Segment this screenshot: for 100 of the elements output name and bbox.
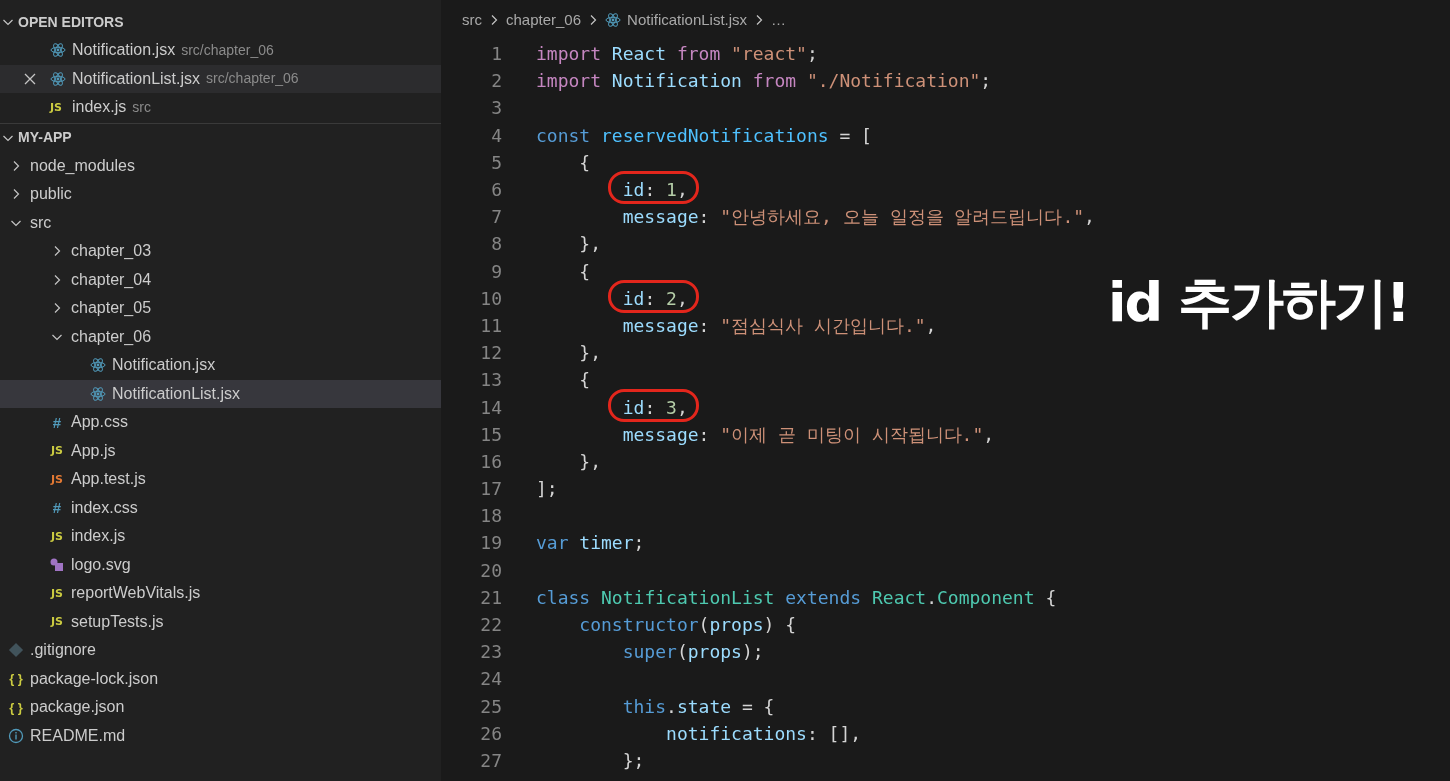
file-path: src/chapter_06 (206, 69, 299, 89)
tree-item[interactable]: public (0, 180, 441, 209)
code-line: message: "이제 곧 미팅이 시작됩니다.", (621, 423, 995, 445)
section-header[interactable]: OPEN EDITORS (0, 8, 441, 36)
code-line: { (578, 151, 591, 173)
line-number: 4 (490, 123, 502, 148)
code-line: notifications: [], (665, 722, 862, 744)
file-type-icon: JS (51, 616, 63, 628)
file-name: index.js (72, 97, 127, 118)
tree-item[interactable]: chapter_05 (0, 294, 441, 323)
open-editor-item[interactable]: NotificationList.jsx src/chapter_06 (0, 64, 441, 93)
code-line: super(props); (621, 641, 764, 663)
tree-item-label: App.js (71, 440, 116, 461)
braces-icon: { } (9, 700, 23, 714)
line-number: 25 (479, 694, 502, 719)
tree-item[interactable]: JS App.js (0, 436, 441, 465)
file-type-icon: JS (51, 445, 63, 457)
tree-item[interactable]: chapter_04 (0, 265, 441, 294)
line-number: 20 (479, 558, 502, 583)
tree-item[interactable]: # index.css (0, 493, 441, 522)
code-line: message: "점심식사 시간입니다.", (621, 314, 937, 336)
breadcrumb-item[interactable]: src (462, 8, 482, 32)
tree-item[interactable]: node_modules (0, 151, 441, 180)
line-number: 2 (490, 69, 502, 94)
code-line: }, (578, 450, 602, 472)
code-line: message: "안녕하세요, 오늘 일정을 알려드립니다.", (621, 206, 1095, 228)
code-line: this.state = { (621, 695, 775, 717)
line-number: 23 (479, 640, 502, 665)
tree-item-label: chapter_03 (71, 241, 152, 262)
shapes-icon (49, 556, 65, 573)
hash-icon: # (52, 500, 62, 516)
tree-item[interactable]: NotificationList.jsx (0, 379, 441, 408)
line-number: 24 (479, 667, 502, 692)
braces-icon: { } (9, 672, 23, 686)
atom-icon (50, 42, 66, 59)
tree-item-label: .gitignore (30, 640, 96, 661)
tree-item-label: App.test.js (71, 469, 146, 490)
file-name: Notification.jsx (72, 40, 176, 61)
tree-item-label: package.json (30, 697, 125, 718)
tree-item[interactable]: JS setupTests.js (0, 607, 441, 636)
atom-icon (90, 357, 106, 374)
section-header[interactable]: MY-APP (0, 123, 441, 152)
tree-item[interactable]: src (0, 208, 441, 237)
line-number: 14 (479, 395, 502, 420)
line-number: 9 (490, 259, 502, 284)
tree-item[interactable]: { } package.json (0, 693, 441, 722)
line-number: 15 (479, 422, 502, 447)
tree-item[interactable]: chapter_03 (0, 237, 441, 266)
tree-item[interactable]: { } package-lock.json (0, 664, 441, 693)
open-editor-item[interactable]: Notification.jsx src/chapter_06 (0, 36, 441, 65)
line-number: 17 (479, 477, 502, 502)
line-number: 26 (479, 721, 502, 746)
section-title: OPEN EDITORS (18, 12, 124, 32)
atom-icon (605, 12, 622, 28)
line-number: 22 (479, 613, 502, 638)
line-number: 13 (479, 368, 502, 393)
line-number: 8 (490, 232, 502, 257)
code-line: { (578, 260, 591, 282)
tree-item[interactable]: Notification.jsx (0, 351, 441, 380)
line-number: 12 (479, 341, 502, 366)
breadcrumb-item[interactable]: NotificationList.jsx (627, 8, 748, 32)
file-type-icon: JS (50, 101, 62, 113)
tree-item-label: NotificationList.jsx (112, 383, 241, 404)
tree-item-label: public (30, 184, 72, 205)
code-line: var timer; (536, 532, 645, 554)
caption-overlay: id 추가하기! (1108, 270, 1409, 336)
tree-item-label: reportWebVitals.js (71, 583, 201, 604)
tree-item-label: index.css (71, 497, 138, 518)
tree-item[interactable]: README.md (0, 721, 441, 750)
code-line: }, (578, 342, 602, 364)
breadcrumb-item[interactable]: chapter_06 (506, 8, 582, 32)
hash-icon: # (52, 414, 62, 430)
code-line: import React from "react"; (536, 43, 818, 65)
atom-icon (50, 70, 66, 87)
line-number: 18 (479, 504, 502, 529)
code-line: id: 1, (621, 179, 688, 201)
line-number: 19 (479, 531, 502, 556)
file-path: src (132, 97, 151, 117)
tree-item[interactable]: JS reportWebVitals.js (0, 579, 441, 608)
code-line: constructor(props) { (578, 614, 797, 636)
tree-item-label: setupTests.js (71, 611, 164, 632)
info-icon (8, 727, 24, 744)
tree-item-label: index.js (71, 526, 126, 547)
line-number: 10 (479, 286, 502, 311)
tree-item-label: Notification.jsx (112, 355, 216, 376)
tree-item[interactable]: chapter_06 (0, 322, 441, 351)
code-line: const reservedNotifications = [ (536, 124, 872, 146)
tree-item-label: package-lock.json (30, 668, 159, 689)
tree-item[interactable]: logo.svg (0, 550, 441, 579)
line-number: 5 (490, 150, 502, 175)
code-line: id: 3, (621, 396, 688, 418)
tree-item[interactable]: JS App.test.js (0, 465, 441, 494)
close-icon[interactable] (24, 72, 36, 85)
breadcrumb-item[interactable]: … (771, 8, 787, 32)
tree-item[interactable]: JS index.js (0, 522, 441, 551)
code-line: id: 2, (621, 287, 688, 309)
tree-item[interactable]: # App.css (0, 408, 441, 437)
tree-item[interactable]: .gitignore (0, 636, 441, 665)
open-editor-item[interactable]: JS index.js src (0, 93, 441, 122)
line-number: 1 (490, 42, 502, 67)
